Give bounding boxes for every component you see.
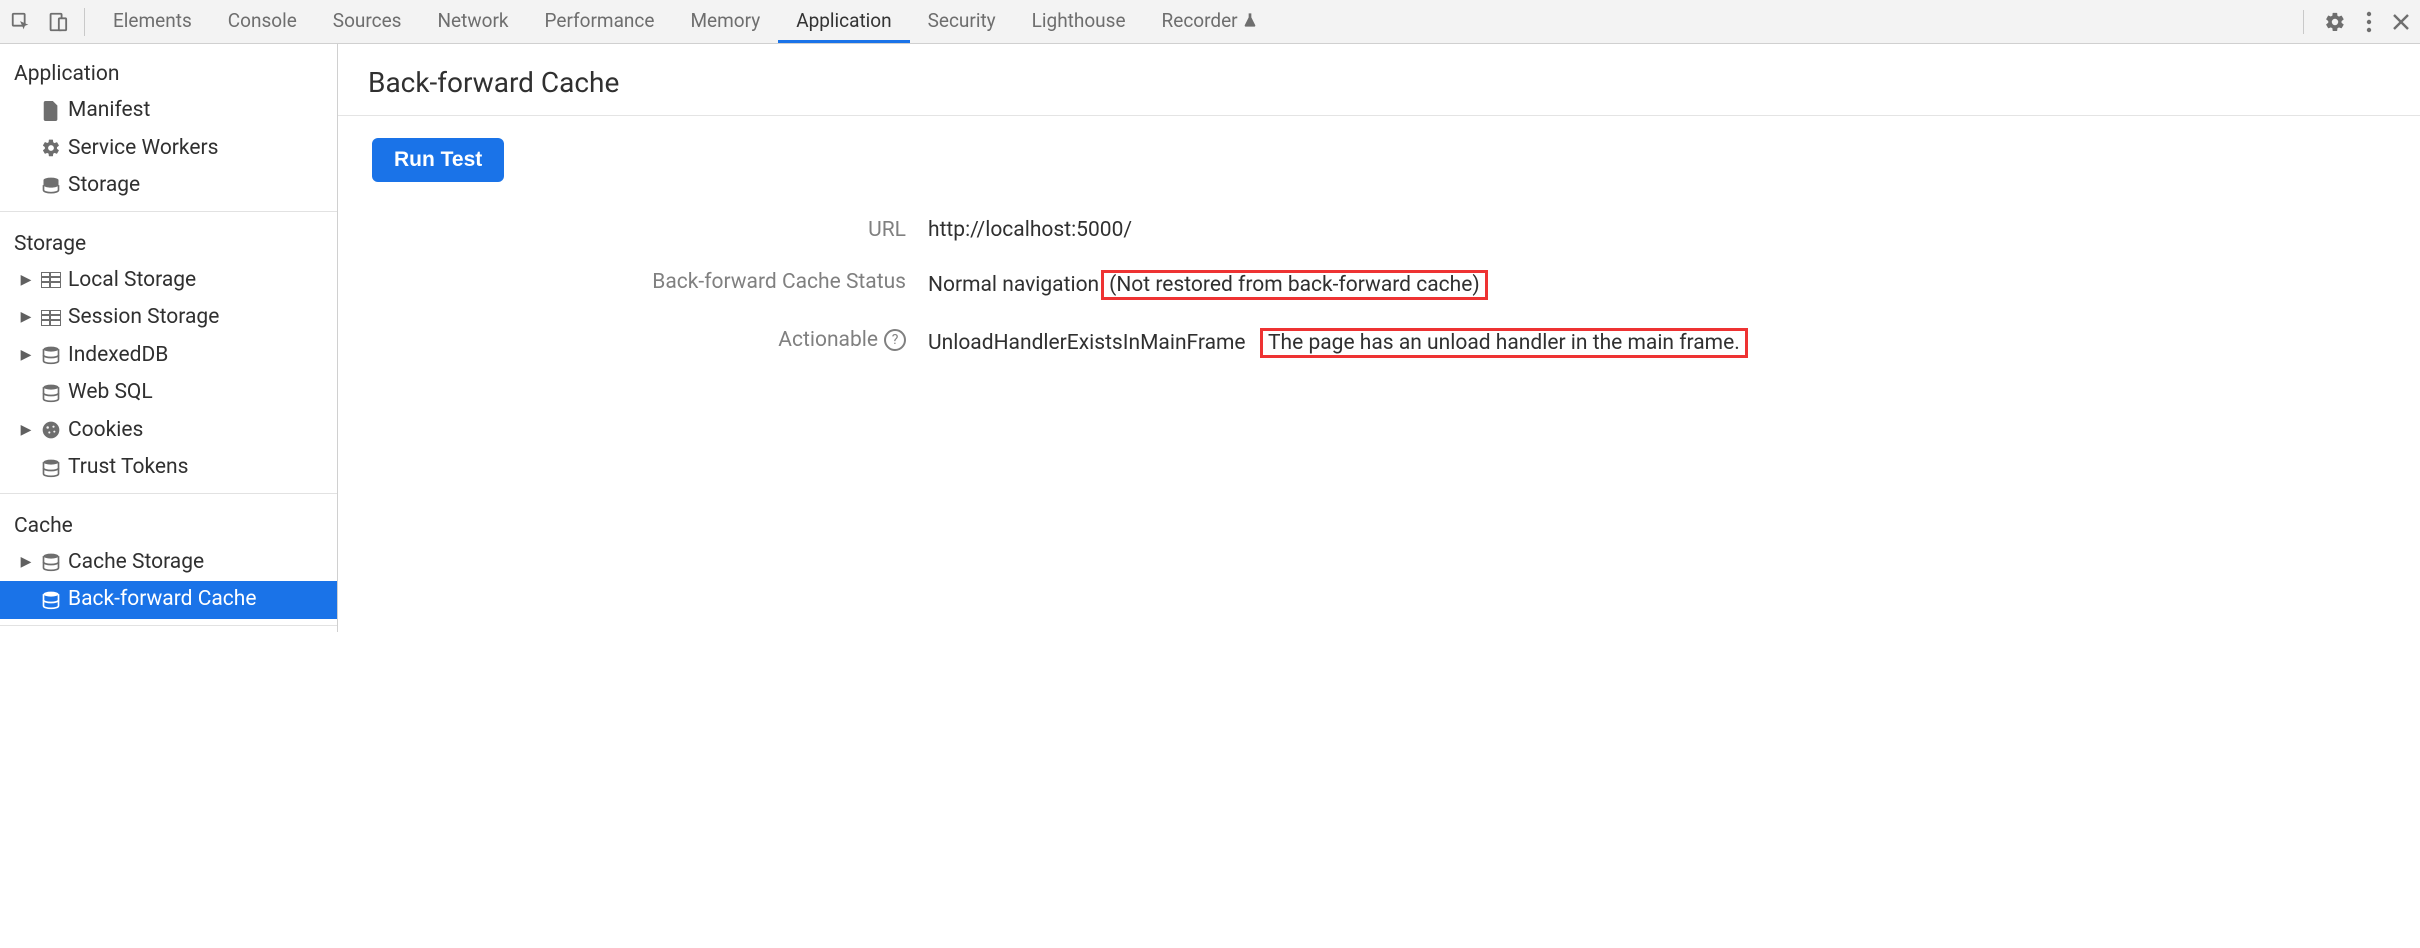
sidebar-section-cache: Cache: [0, 500, 337, 544]
file-icon: [40, 101, 62, 121]
table-icon: [40, 272, 62, 288]
sidebar-separator: [0, 211, 337, 212]
sidebar-item-trust-tokens[interactable]: Trust Tokens: [0, 449, 337, 487]
sidebar-item-label: Cache Storage: [68, 547, 204, 579]
sidebar-item-web-sql[interactable]: Web SQL: [0, 374, 337, 412]
table-icon: [40, 310, 62, 326]
row-label-url: URL: [338, 218, 928, 242]
close-icon[interactable]: [2392, 13, 2410, 31]
tab-console[interactable]: Console: [210, 0, 315, 43]
flask-icon: [1242, 12, 1258, 28]
result-rows: URL http://localhost:5000/ Back-forward …: [338, 204, 2420, 372]
gear-icon: [40, 138, 62, 158]
sidebar-section-storage: Storage: [0, 218, 337, 262]
tabbar-left-controls: [8, 8, 85, 36]
actionable-label-text: Actionable: [778, 328, 878, 352]
tab-elements[interactable]: Elements: [95, 0, 210, 43]
sidebar-item-label: Manifest: [68, 95, 150, 127]
main-area: Application Manifest Service Workers Sto…: [0, 44, 2420, 632]
chevron-right-icon: ▶: [18, 552, 34, 573]
sidebar-item-label: Storage: [68, 170, 140, 202]
devtools-tabbar: Elements Console Sources Network Perform…: [0, 0, 2420, 44]
tab-performance[interactable]: Performance: [527, 0, 673, 43]
tab-network[interactable]: Network: [419, 0, 526, 43]
sidebar-item-label: Local Storage: [68, 265, 196, 297]
page-title: Back-forward Cache: [338, 44, 2420, 115]
tab-lighthouse[interactable]: Lighthouse: [1014, 0, 1144, 43]
content-divider: [338, 115, 2420, 116]
chevron-right-icon: ▶: [18, 307, 34, 328]
tab-recorder[interactable]: Recorder: [1144, 0, 1276, 43]
toggle-device-toolbar-icon[interactable]: [44, 9, 70, 35]
tab-memory[interactable]: Memory: [672, 0, 778, 43]
row-value-actionable: UnloadHandlerExistsInMainFrame The page …: [928, 328, 1748, 358]
chevron-right-icon: ▶: [18, 345, 34, 366]
sidebar-item-label: Back-forward Cache: [68, 584, 256, 616]
sidebar-separator: [0, 625, 337, 626]
database-icon: [40, 383, 62, 403]
actionable-desc-highlight: The page has an unload handler in the ma…: [1260, 328, 1748, 358]
tab-security[interactable]: Security: [910, 0, 1014, 43]
tab-application[interactable]: Application: [778, 0, 909, 43]
row-label-status: Back-forward Cache Status: [338, 270, 928, 294]
row-url: URL http://localhost:5000/: [338, 204, 2420, 256]
content-area: Back-forward Cache Run Test URL http://l…: [338, 44, 2420, 632]
sidebar-item-label: Trust Tokens: [68, 452, 188, 484]
chevron-right-icon: ▶: [18, 420, 34, 441]
tab-sources[interactable]: Sources: [315, 0, 420, 43]
sidebar-item-label: Web SQL: [68, 377, 153, 409]
sidebar-item-storage-overview[interactable]: Storage: [0, 167, 337, 205]
sidebar-item-label: IndexedDB: [68, 340, 168, 372]
settings-icon[interactable]: [2324, 11, 2346, 33]
row-actionable: Actionable ? UnloadHandlerExistsInMainFr…: [338, 314, 2420, 372]
sidebar-item-session-storage[interactable]: ▶ Session Storage: [0, 299, 337, 337]
row-value-url: http://localhost:5000/: [928, 218, 1132, 242]
more-options-icon[interactable]: [2366, 11, 2372, 33]
sidebar-item-local-storage[interactable]: ▶ Local Storage: [0, 262, 337, 300]
sidebar-item-manifest[interactable]: Manifest: [0, 92, 337, 130]
database-icon: [40, 176, 62, 196]
database-icon: [40, 590, 62, 610]
database-icon: [40, 552, 62, 572]
sidebar-item-back-forward-cache[interactable]: Back-forward Cache: [0, 581, 337, 619]
run-test-button[interactable]: Run Test: [372, 138, 504, 182]
sidebar-item-label: Service Workers: [68, 133, 218, 165]
application-sidebar: Application Manifest Service Workers Sto…: [0, 44, 338, 632]
chevron-right-icon: ▶: [18, 270, 34, 291]
sidebar-separator: [0, 493, 337, 494]
row-label-actionable: Actionable ?: [338, 328, 928, 352]
database-icon: [40, 458, 62, 478]
status-prefix: Normal navigation: [928, 273, 1099, 297]
tabbar-right-controls: [2303, 10, 2410, 34]
devtools-tabs: Elements Console Sources Network Perform…: [95, 0, 1276, 43]
actionable-code: UnloadHandlerExistsInMainFrame: [928, 331, 1246, 355]
cookie-icon: [40, 420, 62, 440]
row-bfcache-status: Back-forward Cache Status Normal navigat…: [338, 256, 2420, 314]
row-value-status: Normal navigation (Not restored from bac…: [928, 270, 1488, 300]
inspect-element-icon[interactable]: [8, 9, 34, 35]
sidebar-section-application: Application: [0, 48, 337, 92]
sidebar-item-label: Cookies: [68, 415, 143, 447]
sidebar-item-cookies[interactable]: ▶ Cookies: [0, 412, 337, 450]
sidebar-item-indexeddb[interactable]: ▶ IndexedDB: [0, 337, 337, 375]
database-icon: [40, 345, 62, 365]
sidebar-item-label: Session Storage: [68, 302, 219, 334]
sidebar-item-cache-storage[interactable]: ▶ Cache Storage: [0, 544, 337, 582]
divider: [2303, 10, 2304, 34]
help-icon[interactable]: ?: [884, 329, 906, 351]
sidebar-item-service-workers[interactable]: Service Workers: [0, 130, 337, 168]
status-highlight: (Not restored from back-forward cache): [1101, 270, 1488, 300]
